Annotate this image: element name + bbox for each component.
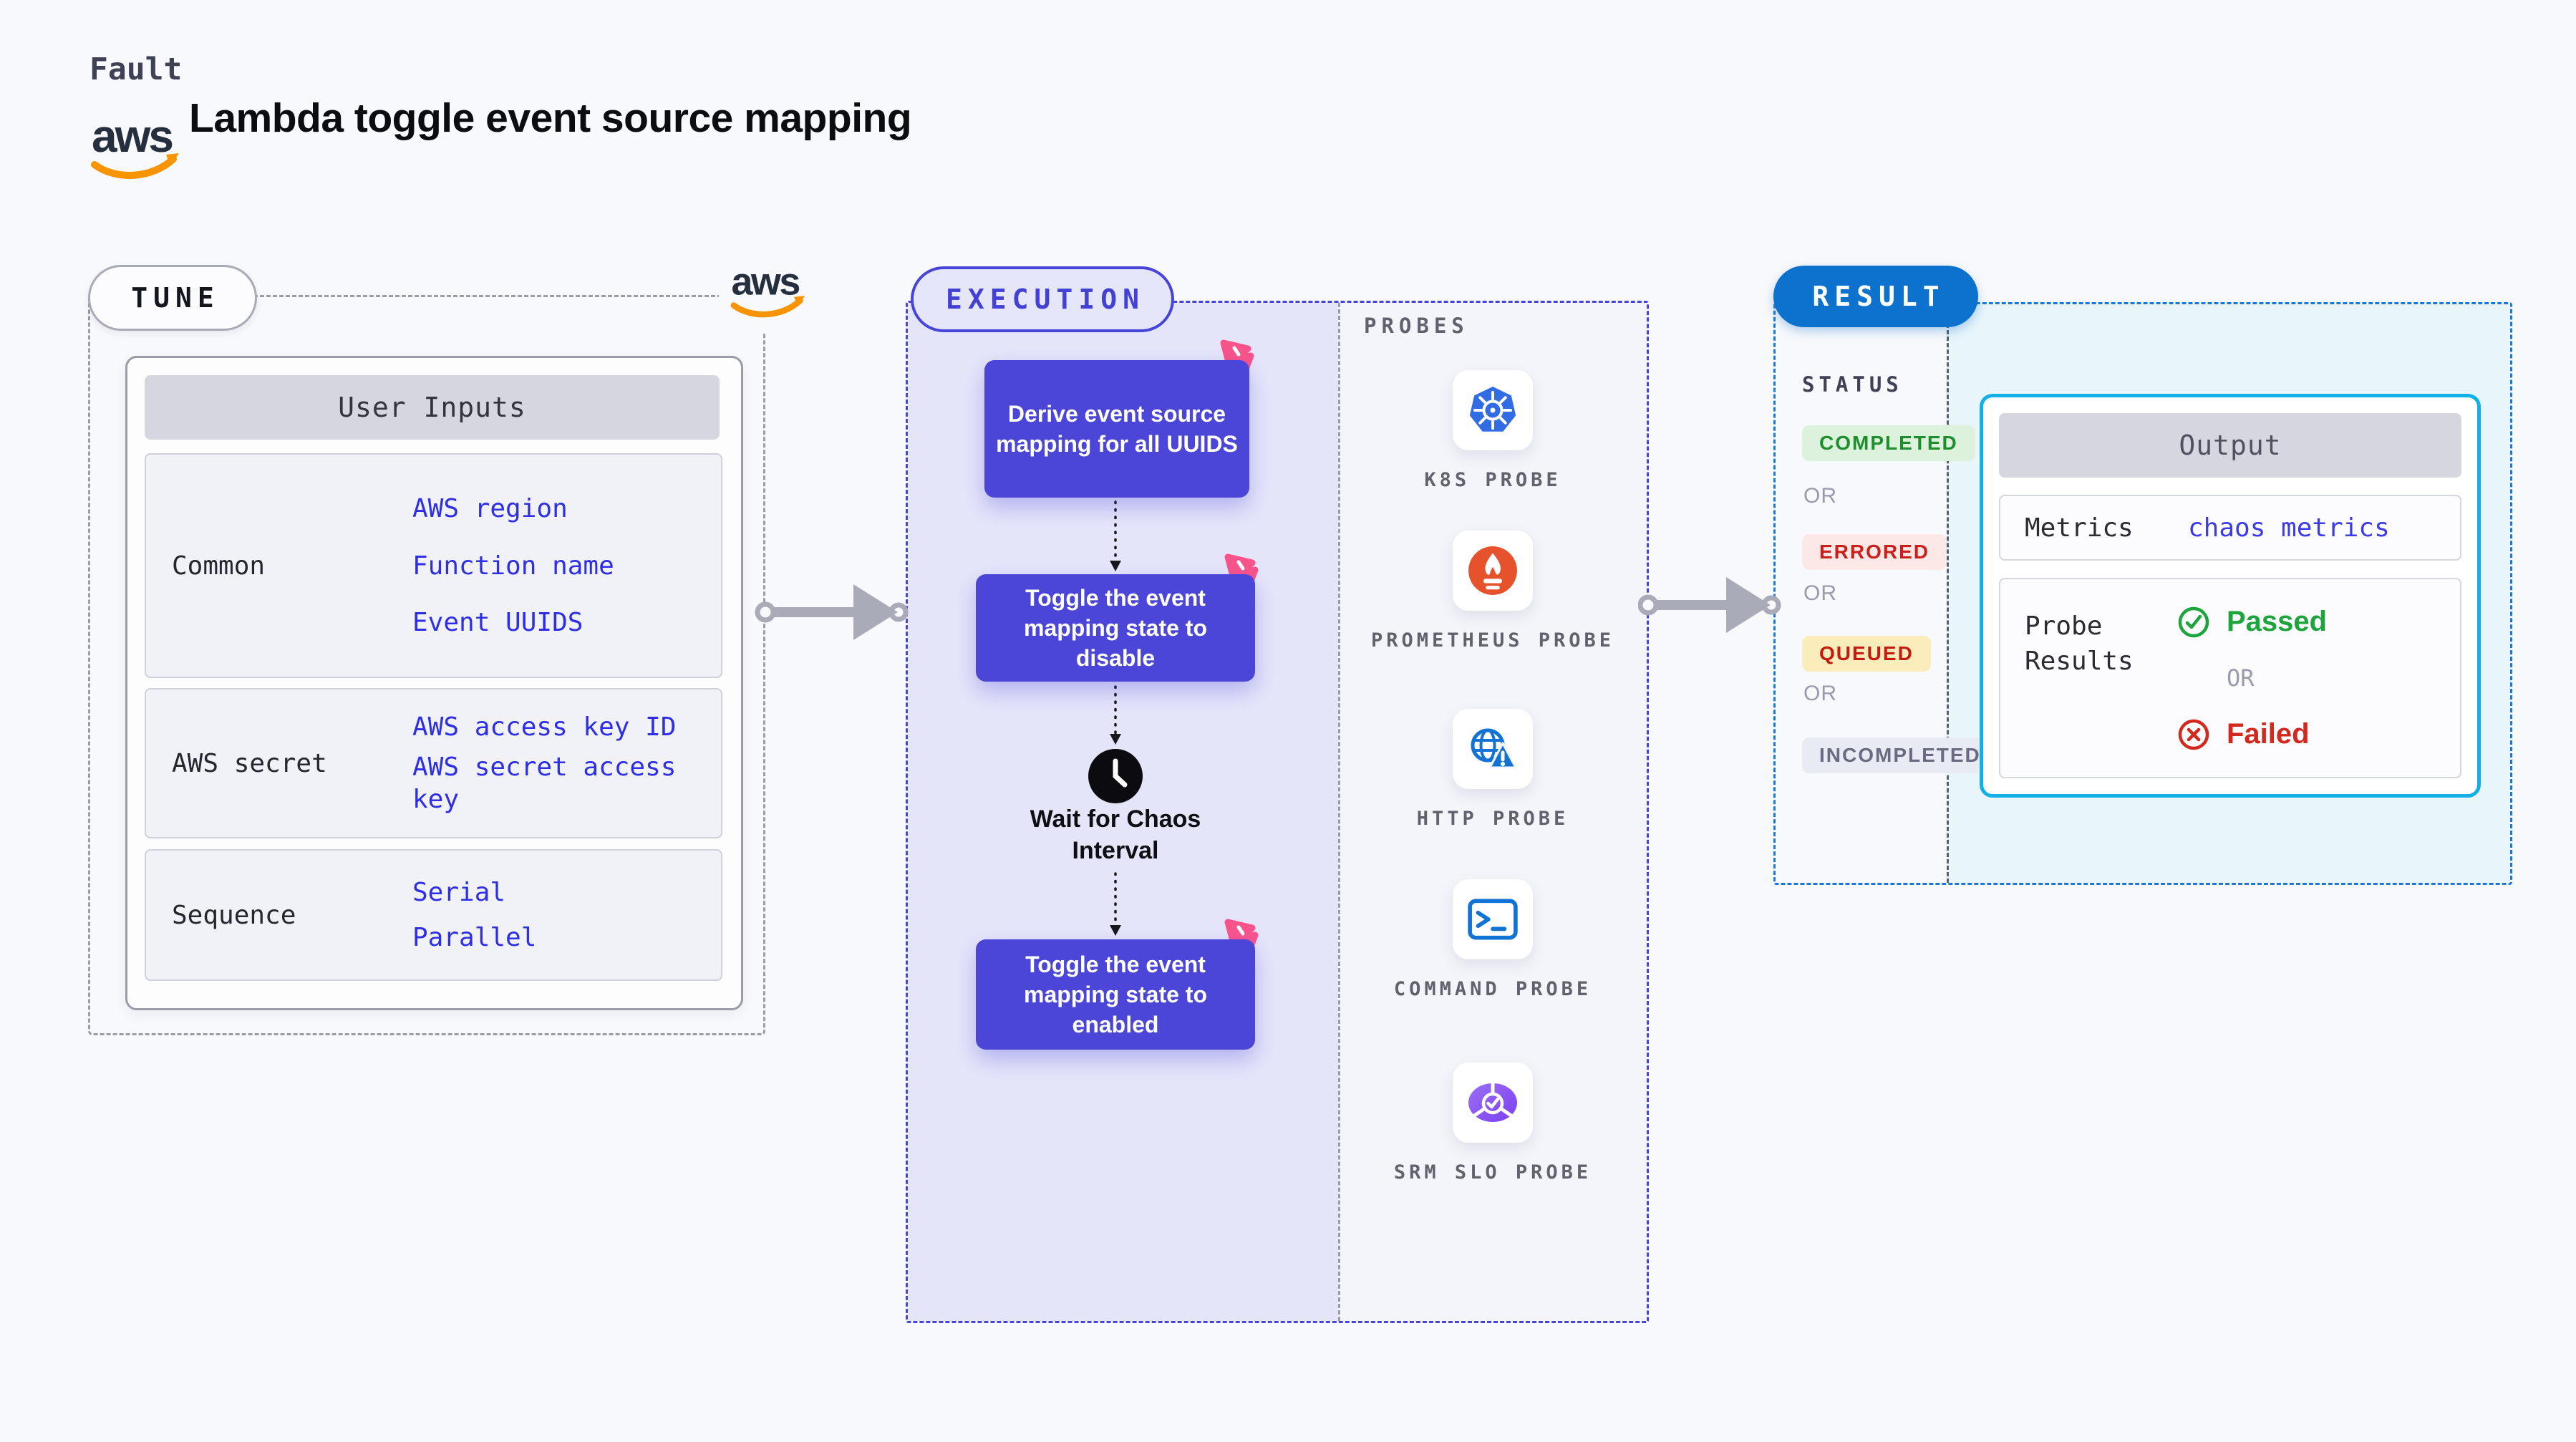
prometheus-icon — [1453, 531, 1533, 611]
srm-slo-gauge-icon — [1453, 1063, 1533, 1143]
status-or-separator: OR — [1803, 484, 1837, 508]
input-row-common: Common AWS region Function name Event UU… — [145, 453, 722, 678]
connector-step1-step2 — [1106, 500, 1125, 576]
step-toggle-mapping-disable: Toggle the event mapping state to disabl… — [976, 574, 1255, 682]
input-link-secret-access-key[interactable]: AWS secret access key — [412, 751, 693, 816]
failed-label: Failed — [2227, 718, 2310, 750]
status-badge-queued: QUEUED — [1802, 636, 1931, 672]
aws-wordmark: aws — [92, 110, 172, 162]
page-title: Lambda toggle event source mapping — [189, 95, 912, 141]
probes-title: PROBES — [1364, 314, 1469, 338]
status-title: STATUS — [1802, 372, 1903, 397]
kubernetes-icon — [1453, 370, 1533, 450]
probe-label: SRM SLO PROBE — [1393, 1161, 1592, 1184]
status-or-separator: OR — [1803, 682, 1837, 705]
aws-wordmark: aws — [731, 260, 799, 303]
output-card: Output Metrics chaos metrics Probe Resul… — [1980, 394, 2481, 798]
user-inputs-card: User Inputs Common AWS region Function n… — [125, 356, 743, 1010]
probe-item-http: HTTP PROBE — [1350, 709, 1636, 834]
input-link-function-name[interactable]: Function name — [412, 550, 693, 582]
probe-result-failed: Failed — [2176, 717, 2327, 752]
probe-results-values: Passed OR Failed — [2176, 579, 2327, 777]
input-row-sequence: Sequence Serial Parallel — [145, 849, 722, 981]
step-toggle-mapping-enabled: Toggle the event mapping state to enable… — [976, 939, 1255, 1050]
input-row-aws-secret: AWS secret AWS access key ID AWS secret … — [145, 688, 722, 838]
input-row-links: AWS access key ID AWS secret access key — [412, 689, 721, 837]
probe-item-srm-slo: SRM SLO PROBE — [1350, 1063, 1636, 1188]
status-badge-incompleted: INCOMPLETED — [1802, 737, 1998, 773]
status-badge-errored: ERRORED — [1802, 534, 1947, 570]
passed-label: Passed — [2227, 606, 2328, 637]
input-row-links: Serial Parallel — [412, 851, 721, 979]
clock-icon — [1087, 747, 1144, 808]
connector-step2-wait — [1106, 685, 1125, 749]
probe-results-label: Probe Results — [2025, 611, 2134, 676]
connector-wait-step3 — [1106, 872, 1125, 940]
status-or-separator: OR — [1803, 581, 1837, 605]
step-derive-event-source-mapping: Derive event source mapping for all UUID… — [984, 360, 1249, 498]
tune-pill: TUNE — [88, 265, 257, 331]
probe-label: PROMETHEUS PROBE — [1370, 629, 1615, 652]
input-row-links: AWS region Function name Event UUIDS — [412, 455, 721, 677]
probe-result-passed: Passed — [2176, 605, 2327, 639]
aws-logo: aws — [84, 107, 185, 194]
output-header: Output — [1999, 413, 2461, 478]
probe-item-prometheus: PROMETHEUS PROBE — [1350, 531, 1636, 656]
probe-result-or-separator: OR — [2227, 664, 2255, 692]
probe-label: K8S PROBE — [1424, 469, 1561, 491]
probe-item-command: COMMAND PROBE — [1350, 879, 1636, 1005]
metrics-label: Metrics — [2025, 513, 2134, 543]
result-pill: RESULT — [1773, 266, 1978, 327]
output-metrics-row: Metrics chaos metrics — [1999, 495, 2461, 561]
input-link-event-uuids[interactable]: Event UUIDS — [412, 606, 693, 639]
aws-logo-tune-corner: aws — [719, 252, 816, 332]
input-link-serial[interactable]: Serial — [412, 876, 693, 909]
status-badge-completed: COMPLETED — [1802, 425, 1975, 461]
execution-pill: EXECUTION — [911, 266, 1174, 332]
fault-diagram-page: Fault aws Lambda toggle event source map… — [0, 0, 2576, 1442]
user-inputs-header: User Inputs — [145, 375, 720, 440]
output-probe-results-row: Probe Results Passed OR Failed — [1999, 578, 2461, 778]
probe-item-k8s: K8S PROBE — [1350, 370, 1636, 495]
check-circle-icon — [2178, 606, 2209, 637]
input-link-access-key-id[interactable]: AWS access key ID — [412, 711, 693, 743]
input-row-label: AWS secret — [172, 748, 327, 778]
fault-kicker: Fault — [89, 52, 183, 87]
probe-label: HTTP PROBE — [1416, 808, 1569, 830]
input-row-label: Common — [172, 551, 266, 581]
wait-step-label: Wait for Chaos Interval — [1030, 805, 1201, 865]
input-link-aws-region[interactable]: AWS region — [412, 493, 693, 525]
chaos-metrics-link[interactable]: chaos metrics — [2188, 513, 2390, 543]
arrow-execution-to-result — [1637, 566, 1781, 648]
arrow-tune-to-execution — [755, 573, 909, 655]
x-circle-icon — [2178, 719, 2209, 750]
terminal-icon — [1453, 879, 1533, 959]
input-link-parallel[interactable]: Parallel — [412, 921, 693, 954]
input-row-label: Sequence — [172, 900, 296, 930]
probe-label: COMMAND PROBE — [1393, 978, 1592, 1000]
http-globe-warning-icon — [1453, 709, 1533, 789]
